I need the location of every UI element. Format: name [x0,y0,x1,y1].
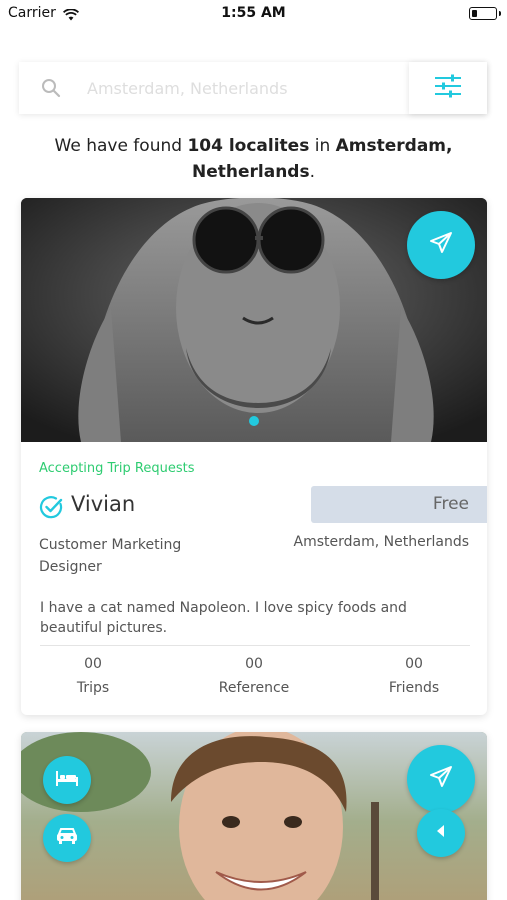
search-bar [19,62,487,114]
carousel-indicator[interactable] [249,416,259,426]
transport-button[interactable] [43,814,91,862]
results-count: 104 localites [187,136,310,156]
profile-photo[interactable] [21,198,487,442]
price-label: Free [432,494,469,514]
filter-sliders-icon [434,73,462,103]
stat-label: Friends [388,680,440,696]
bed-icon [55,769,79,791]
chevron-left-icon [434,823,448,843]
verified-check-icon [39,495,64,524]
filter-button[interactable] [409,62,487,114]
send-request-button-2[interactable] [407,745,475,813]
send-request-button[interactable] [407,211,475,279]
price-badge: Free [311,486,487,523]
stat-friends[interactable]: 00 Friends [359,656,469,696]
battery-icon [469,7,501,20]
profile-name[interactable]: Vivian [71,492,135,516]
profile-card-2[interactable] [21,732,487,900]
location: Amsterdam, Netherlands [293,534,469,550]
stat-value: 00 [405,656,423,672]
accommodation-button[interactable] [43,756,91,804]
divider [40,645,470,646]
clock: 1:55 AM [221,5,286,21]
stat-reference[interactable]: 00 Reference [199,656,309,696]
stat-value: 00 [84,656,102,672]
send-icon [428,764,454,794]
stat-trips[interactable]: 00 Trips [38,656,148,696]
stat-label: Trips [76,680,110,696]
stat-value: 00 [245,656,263,672]
occupation: Customer Marketing Designer [39,537,182,575]
search-icon [41,78,61,102]
search-input[interactable] [87,62,407,114]
trip-status: Accepting Trip Requests [39,461,195,476]
status-bar: Carrier 1:55 AM [0,0,507,28]
send-icon [428,230,454,260]
collapse-button[interactable] [417,809,465,857]
profile-card[interactable]: Accepting Trip Requests Vivian Free Cust… [21,198,487,715]
bio: I have a cat named Napoleon. I love spic… [40,600,407,636]
stat-label: Reference [218,680,290,696]
results-summary: We have found 104 localites in Amsterdam… [54,136,453,182]
car-icon [55,826,79,850]
